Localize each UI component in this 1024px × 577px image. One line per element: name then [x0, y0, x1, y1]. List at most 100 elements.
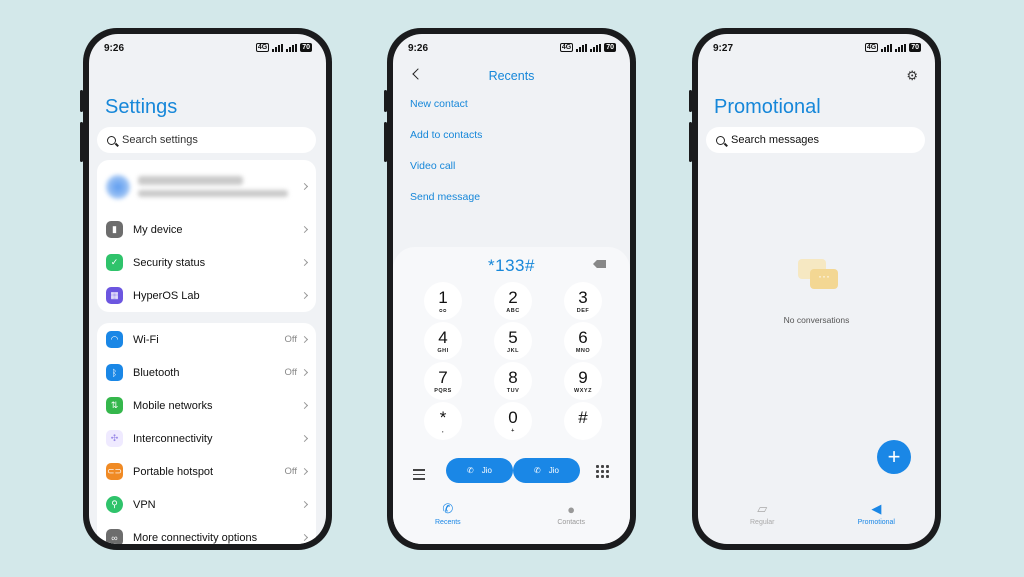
dial-key-1[interactable]: 1 ᴑᴑ: [424, 282, 462, 320]
messages-screen: 9:27 4G 70 ⚙ Promotional Search messages…: [698, 34, 935, 544]
settings-item-more-connectivity[interactable]: ∞ More connectivity options: [97, 521, 316, 544]
settings-item-label: Bluetooth: [133, 366, 180, 379]
chevron-right-icon: [300, 182, 309, 191]
settings-item-my-device[interactable]: ▮ My device: [97, 213, 316, 246]
sim2-label: Jio: [548, 466, 559, 475]
status-time: 9:27: [713, 43, 734, 54]
signal-icon: [895, 43, 907, 52]
signal-icon: [286, 43, 298, 52]
tab-contacts[interactable]: ● Contacts: [557, 502, 585, 526]
call-sim2-button[interactable]: ✆ Jio: [513, 458, 580, 483]
sim1-label: Jio: [481, 466, 492, 475]
settings-item-wifi[interactable]: ◠ Wi-Fi Off: [97, 323, 316, 356]
bluetooth-icon: ᛒ: [106, 364, 123, 381]
chevron-right-icon: [300, 258, 309, 267]
search-placeholder: Search settings: [122, 134, 198, 146]
dial-key-2[interactable]: 2 ABC: [494, 282, 532, 320]
signal-icon: [881, 43, 893, 52]
hd-icon: 4G: [255, 43, 270, 52]
search-input[interactable]: Search messages: [706, 127, 925, 153]
chevron-right-icon: [300, 467, 309, 476]
chevron-right-icon: [300, 434, 309, 443]
dial-key-6[interactable]: 6 MNO: [564, 322, 602, 360]
settings-item-security-status[interactable]: ✓ Security status: [97, 246, 316, 279]
new-message-button[interactable]: +: [877, 440, 911, 474]
menu-icon[interactable]: [413, 469, 425, 483]
add-to-contacts-link[interactable]: Add to contacts: [410, 129, 482, 141]
settings-item-interconnectivity[interactable]: ✣ Interconnectivity: [97, 422, 316, 455]
wifi-icon: ◠: [106, 331, 123, 348]
call-sim1-button[interactable]: ✆ Jio: [446, 458, 513, 483]
dial-key-3[interactable]: 3 DEF: [564, 282, 602, 320]
settings-item-bluetooth[interactable]: ᛒ Bluetooth Off: [97, 356, 316, 389]
tab-recents[interactable]: ✆ Recents: [435, 501, 461, 526]
tab-label: Recents: [435, 519, 461, 526]
settings-item-label: HyperOS Lab: [133, 289, 200, 302]
hd-icon: 4G: [864, 43, 879, 52]
hotspot-link-icon: ⊂⊃: [106, 463, 123, 480]
page-title: Recents: [488, 69, 535, 83]
dial-key-4[interactable]: 4 GHI: [424, 322, 462, 360]
person-icon: ●: [567, 502, 576, 517]
status-time: 9:26: [408, 43, 429, 54]
phone-messages: 9:27 4G 70 ⚙ Promotional Search messages…: [689, 28, 941, 550]
chevron-right-icon: [300, 368, 309, 377]
video-call-link[interactable]: Video call: [410, 160, 455, 172]
settings-item-label: VPN: [133, 498, 156, 511]
settings-item-hyperos-lab[interactable]: ▦ HyperOS Lab: [97, 279, 316, 312]
battery-icon: 70: [909, 43, 921, 52]
phone-icon: ▮: [106, 221, 123, 238]
tab-promotional[interactable]: ◀ Promotional: [858, 501, 895, 526]
settings-item-value: Off: [284, 466, 298, 477]
dial-key-hash[interactable]: #: [564, 402, 602, 440]
gear-icon[interactable]: ⚙: [906, 68, 918, 84]
dial-key-5[interactable]: 5 JKL: [494, 322, 532, 360]
settings-item-value: Off: [284, 367, 298, 378]
dialpad-panel: *133# 1 ᴑᴑ 2 ABC 3 DEF 4 GHI 5 JKL 6 MNO 7 PQRS…: [393, 247, 630, 544]
chevron-right-icon: [300, 291, 309, 300]
settings-item-label: Portable hotspot: [133, 465, 214, 478]
dialer-screen: 9:26 4G 70 Recents New contact Add to co…: [393, 34, 630, 544]
apps-grid-icon: ▦: [106, 287, 123, 304]
phone-dialer: 9:26 4G 70 Recents New contact Add to co…: [384, 28, 636, 550]
search-input[interactable]: Search settings: [97, 127, 316, 153]
settings-item-label: Interconnectivity: [133, 432, 213, 445]
account-row[interactable]: [97, 160, 316, 213]
search-icon: [716, 135, 725, 145]
battery-icon: 70: [300, 43, 312, 52]
tab-label: Promotional: [857, 519, 895, 526]
signal-icon: [590, 43, 602, 52]
tab-regular[interactable]: ▱ Regular: [750, 501, 775, 526]
settings-item-label: Wi-Fi: [133, 333, 159, 346]
settings-item-label: Security status: [133, 256, 206, 269]
signal-bars-icon: ⇅: [106, 397, 123, 414]
settings-screen: 9:26 4G 70 Settings Search settings ▮ My…: [89, 34, 326, 544]
settings-item-vpn[interactable]: ⚲ VPN: [97, 488, 316, 521]
interconnect-icon: ✣: [106, 430, 123, 447]
chat-bubbles-icon: ···: [798, 259, 840, 293]
status-bar: 9:27 4G 70: [698, 42, 935, 56]
dial-key-9[interactable]: 9 WXYZ: [564, 362, 602, 400]
phone-settings: 9:26 4G 70 Settings Search settings ▮ My…: [80, 28, 332, 550]
settings-item-value: Off: [284, 334, 298, 345]
send-message-link[interactable]: Send message: [410, 191, 480, 203]
hd-icon: 4G: [559, 43, 574, 52]
chevron-right-icon: [300, 401, 309, 410]
chat-icon: ▱: [757, 501, 768, 516]
dialpad-toggle-icon[interactable]: [596, 465, 609, 478]
search-icon: [107, 135, 116, 145]
dialed-number: *133#: [488, 256, 535, 275]
megaphone-icon: ◀: [871, 501, 882, 516]
dial-key-7[interactable]: 7 PQRS: [424, 362, 462, 400]
settings-item-portable-hotspot[interactable]: ⊂⊃ Portable hotspot Off: [97, 455, 316, 488]
dial-key-star[interactable]: *,: [424, 402, 462, 440]
account-info-blurred: [138, 176, 288, 197]
settings-group-2: ◠ Wi-Fi Off ᛒ Bluetooth Off ⇅ Mobile net…: [97, 323, 316, 544]
dial-key-0[interactable]: 0 +: [494, 402, 532, 440]
link-icon: ∞: [106, 529, 123, 544]
settings-item-mobile-networks[interactable]: ⇅ Mobile networks: [97, 389, 316, 422]
dial-key-8[interactable]: 8 TUV: [494, 362, 532, 400]
phone-call-icon: ✆: [467, 466, 474, 475]
tab-label: Contacts: [557, 519, 585, 526]
new-contact-link[interactable]: New contact: [410, 98, 468, 110]
